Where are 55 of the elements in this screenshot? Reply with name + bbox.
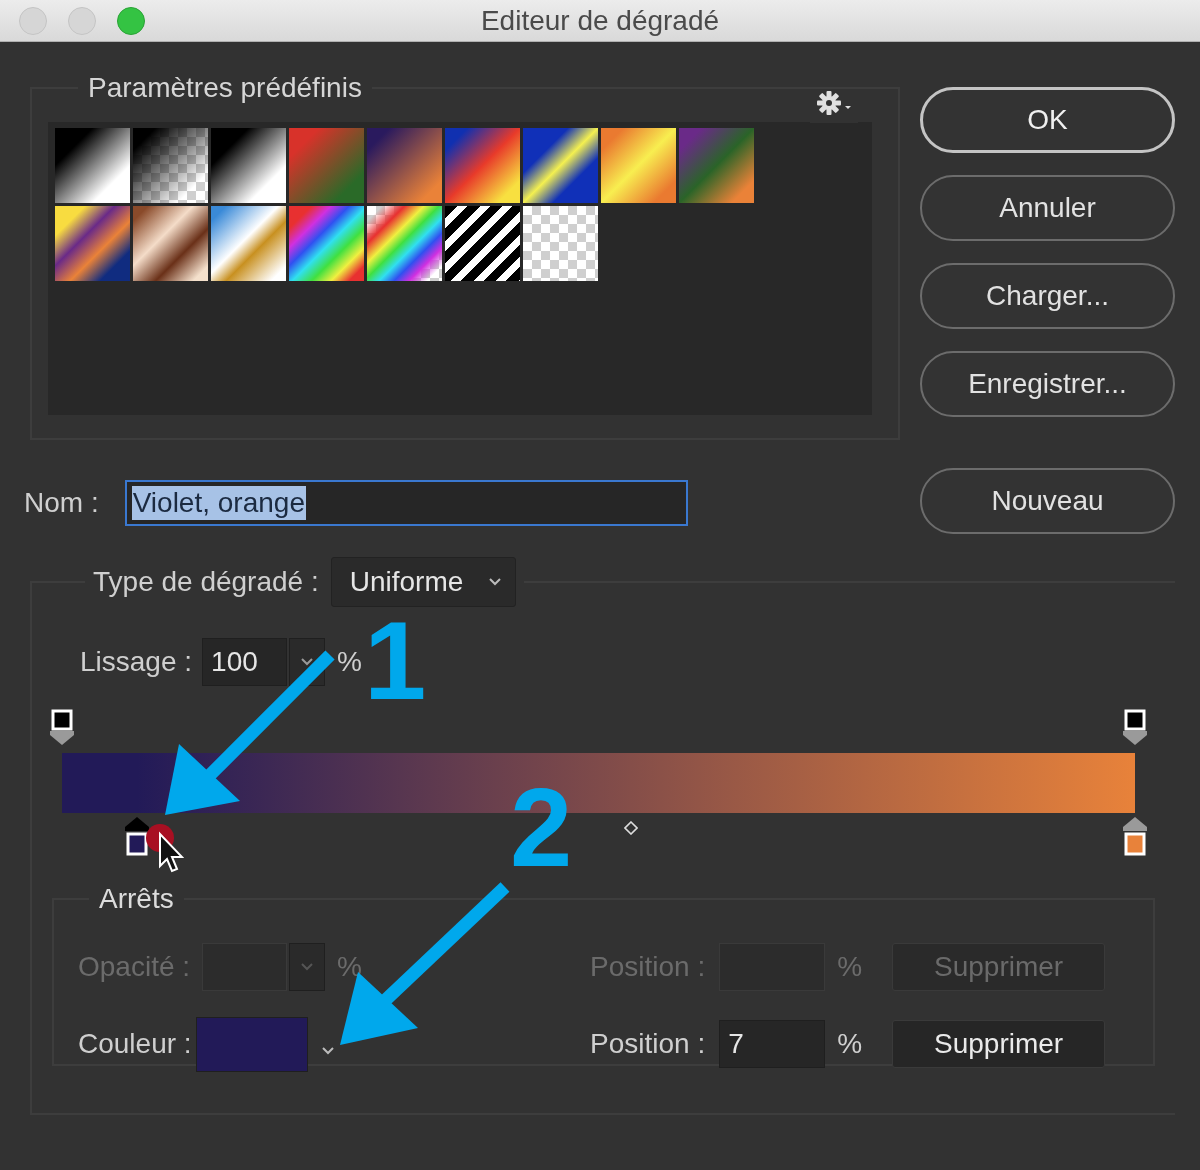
panel-title: Paramètres prédéfinis: [87, 72, 363, 104]
opacity-stop-handle[interactable]: [50, 709, 74, 746]
smoothness-field[interactable]: 100: [202, 638, 288, 686]
chevron-down-icon: [488, 578, 501, 586]
delete-button[interactable]: Supprimer: [892, 1020, 1106, 1068]
smoothness-label: Lissage :: [80, 646, 193, 678]
new-button[interactable]: Nouveau: [920, 468, 1175, 534]
gradient-swatch[interactable]: [367, 128, 442, 203]
position-label: Position :: [590, 951, 706, 983]
annotation-number: 1: [364, 605, 427, 717]
position-field[interactable]: 7: [719, 1020, 826, 1068]
gradient-type-dropdown[interactable]: Uniforme: [330, 557, 516, 607]
opacity-label: Opacité :: [78, 951, 191, 983]
chevron-down-icon[interactable]: [321, 1047, 334, 1055]
zoom-window-button[interactable]: [117, 6, 145, 35]
percent-unit: %: [837, 1028, 863, 1060]
gear-menu-icon[interactable]: [816, 90, 852, 116]
position-label: Position :: [590, 1028, 706, 1060]
opacity-stop-handle[interactable]: [1123, 709, 1147, 746]
midpoint-diamond[interactable]: [623, 821, 638, 835]
annotation-number: 2: [510, 772, 573, 884]
percent-unit: %: [337, 951, 362, 983]
ok-button[interactable]: OK: [920, 87, 1175, 153]
gradient-swatch[interactable]: [289, 128, 364, 203]
gradient-swatch[interactable]: [445, 128, 520, 203]
gradient-swatch[interactable]: [523, 128, 598, 203]
gradient-swatch[interactable]: [211, 128, 286, 203]
gradient-type-label: Type de dégradé :: [93, 565, 319, 599]
chevron-down-icon: [301, 963, 314, 971]
color-swatch[interactable]: [195, 1016, 308, 1072]
percent-unit: %: [837, 951, 863, 983]
color-stop-handle[interactable]: [125, 817, 150, 856]
gradient-swatch[interactable]: [133, 128, 208, 203]
dialog-button[interactable]: Enregistrer...: [920, 351, 1175, 417]
color-label: Couleur :: [78, 1028, 192, 1060]
gradient-swatch[interactable]: [211, 206, 286, 281]
gradient-swatch[interactable]: [55, 206, 130, 281]
color-stop-handle[interactable]: [1123, 817, 1147, 856]
chevron-down-icon: [301, 658, 314, 666]
gradient-swatch[interactable]: [133, 206, 208, 281]
gradient-swatch[interactable]: [679, 128, 754, 203]
dialog-button[interactable]: Charger...: [920, 263, 1175, 329]
gradient-swatch[interactable]: [601, 128, 676, 203]
panel-title: Arrêts: [98, 882, 175, 916]
window-title: Editeur de dégradé: [480, 3, 720, 38]
gradient-swatch[interactable]: [445, 206, 520, 281]
name-label: Nom :: [24, 487, 99, 519]
gradient-swatch[interactable]: [367, 206, 442, 281]
gradient-swatch[interactable]: [55, 128, 130, 203]
name-field[interactable]: Violet, orange: [124, 480, 688, 526]
mouse-cursor-icon: [144, 822, 184, 874]
dialog-button[interactable]: Annuler: [920, 175, 1175, 241]
gradient-swatch[interactable]: [523, 206, 598, 281]
gradient-swatch[interactable]: [289, 206, 364, 281]
percent-unit: %: [337, 646, 362, 678]
